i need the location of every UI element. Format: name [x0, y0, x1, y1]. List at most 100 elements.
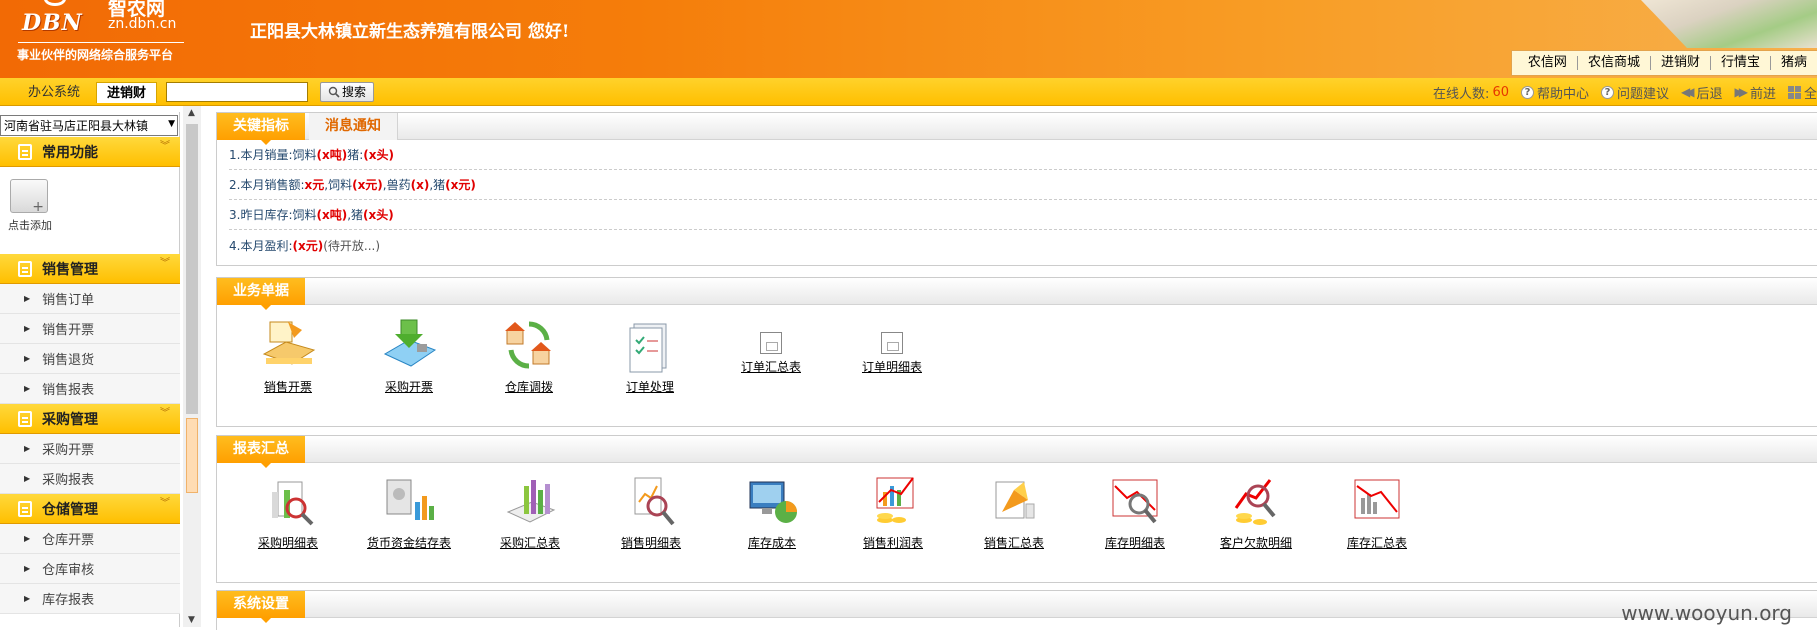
report-tile[interactable]: 库存明细表: [1080, 472, 1190, 551]
report-tile[interactable]: 库存汇总表: [1322, 472, 1432, 551]
section-purchase[interactable]: 采购管理 ︾: [0, 404, 180, 434]
feedback-link[interactable]: ? 问题建议: [1601, 83, 1669, 102]
reports-panel-head: 报表汇总: [217, 436, 1817, 463]
document-icon: [18, 261, 32, 277]
tab-notifications[interactable]: 消息通知: [309, 113, 398, 140]
top-nav-market[interactable]: 行情宝: [1711, 56, 1771, 70]
report-tile[interactable]: 采购明细表: [233, 472, 343, 551]
report-chart-icon: [863, 472, 923, 530]
tile-order-detail[interactable]: 订单明细表: [837, 316, 947, 375]
help-center-link[interactable]: ? 帮助中心: [1521, 83, 1589, 102]
question-icon: ?: [1601, 86, 1614, 99]
kpi-line: 2.本月销售额:x元,饲料(x元),兽药(x),猪(x元): [229, 170, 1817, 200]
warehouse-transfer-icon: [499, 316, 559, 374]
tile-label: 库存汇总表: [1322, 534, 1432, 551]
report-tile[interactable]: 销售明细表: [596, 472, 706, 551]
logo-text: DBN: [22, 10, 83, 36]
report-chart-icon: [379, 472, 439, 530]
add-shortcut-button[interactable]: [10, 179, 48, 213]
sidebar-item[interactable]: ▶采购报表: [0, 464, 180, 494]
triangle-right-icon: ▶: [24, 564, 30, 573]
forward-arrow-icon: ▶▶: [1735, 85, 1743, 99]
purchase-invoice-icon: [379, 316, 439, 374]
tile-label: 销售明细表: [596, 534, 706, 551]
chevron-down-icon: ▼: [168, 119, 175, 129]
sidebar-item[interactable]: ▶仓库开票: [0, 524, 180, 554]
scrollbar-thumb[interactable]: [186, 124, 198, 414]
report-tile[interactable]: 货币资金结存表: [354, 472, 464, 551]
watermark: www.wooyun.org: [1621, 601, 1792, 625]
toolbar-right: 在线人数: 60 ? 帮助中心 ? 问题建议 ◀◀ 后退 ▶▶ 前进 全: [1421, 83, 1817, 101]
report-tile[interactable]: 销售汇总表: [959, 472, 1069, 551]
kpi-text: (待开放...): [323, 237, 380, 254]
sidebar-scrollbar[interactable]: ▲ ▼: [183, 106, 201, 627]
tile-label: 库存成本: [717, 534, 827, 551]
kpi-value: (x头): [363, 146, 394, 163]
search-button[interactable]: 搜索: [320, 82, 374, 102]
search-input[interactable]: [166, 82, 308, 102]
section-warehouse[interactable]: 仓储管理 ︾: [0, 494, 180, 524]
forward-button[interactable]: ▶▶ 前进: [1735, 83, 1776, 102]
tile-label: 客户欠款明细: [1201, 534, 1311, 551]
header-banner-image: [1617, 0, 1817, 48]
add-shortcut-label: 点击添加: [8, 217, 52, 233]
sidebar-item[interactable]: ▶采购开票: [0, 434, 180, 464]
tab-office-system[interactable]: 办公系统: [18, 82, 90, 103]
tile-purchase-invoice[interactable]: 采购开票: [354, 316, 464, 395]
triangle-right-icon: ▶: [24, 324, 30, 333]
tile-label: 货币资金结存表: [354, 534, 464, 551]
report-chart-icon: [621, 472, 681, 530]
system-panel-title: 系统设置: [217, 591, 305, 618]
top-nav-jxc[interactable]: 进销财: [1651, 56, 1711, 70]
sidebar-item[interactable]: ▶库存报表: [0, 584, 180, 614]
kpi-value: (x元): [445, 176, 476, 193]
tile-warehouse-transfer[interactable]: 仓库调拨: [474, 316, 584, 395]
logo-slogan: 事业伙伴的网络综合服务平台: [17, 46, 173, 63]
section-title: 仓储管理: [42, 499, 98, 519]
report-chart-icon: [1347, 472, 1407, 530]
report-tile[interactable]: 客户欠款明细: [1201, 472, 1311, 551]
report-tile[interactable]: 销售利润表: [838, 472, 948, 551]
sidebar-item[interactable]: ▶销售退货: [0, 344, 180, 374]
sidebar-item-label: 销售报表: [42, 379, 94, 398]
tile-label: 订单汇总表: [716, 358, 826, 375]
report-tile[interactable]: 采购汇总表: [475, 472, 585, 551]
region-select[interactable]: 河南省驻马店正阳县大林镇 ▼: [0, 115, 178, 136]
online-count: 60: [1492, 85, 1509, 100]
kpi-value: (x头): [363, 206, 394, 223]
collapse-chevron-icon: ︾: [160, 501, 170, 507]
tab-key-indicators[interactable]: 关键指标: [217, 113, 305, 140]
sidebar-splitter-handle[interactable]: [186, 418, 198, 493]
back-button[interactable]: ◀◀ 后退: [1681, 83, 1722, 102]
triangle-right-icon: ▶: [24, 594, 30, 603]
sidebar-item[interactable]: ▶仓库审核: [0, 554, 180, 584]
top-nav-pig-disease[interactable]: 猪病: [1771, 56, 1817, 70]
sidebar-item[interactable]: ▶销售开票: [0, 314, 180, 344]
tile-label: 销售汇总表: [959, 534, 1069, 551]
section-common-functions[interactable]: 常用功能 ︾: [0, 137, 180, 167]
kpi-text: ,猪: [347, 206, 363, 223]
business-panel: 业务单据 销售开票 采购开票 仓库调拨 订单处理: [216, 277, 1817, 427]
kpi-panel-head: 关键指标 消息通知: [217, 113, 1817, 140]
fullscreen-button[interactable]: 全: [1788, 83, 1817, 102]
feedback-label: 问题建议: [1617, 83, 1669, 102]
top-nav-nongxin[interactable]: 农信网: [1518, 56, 1578, 70]
kpi-text: 4.本月盈利:: [229, 237, 293, 254]
tile-order-processing[interactable]: 订单处理: [595, 316, 705, 395]
scroll-down-icon[interactable]: ▼: [188, 615, 195, 625]
tile-sales-invoice[interactable]: 销售开票: [233, 316, 343, 395]
section-title: 销售管理: [42, 259, 98, 279]
report-tile[interactable]: 库存成本: [717, 472, 827, 551]
sidebar-item[interactable]: ▶销售报表: [0, 374, 180, 404]
logo-swirl-icon: [44, 0, 66, 6]
kpi-text: ,饲料: [324, 176, 352, 193]
dbn-logo[interactable]: DBN 智农网 zn.dbn.cn 事业伙伴的网络综合服务平台: [0, 0, 200, 78]
sidebar-item[interactable]: ▶销售订单: [0, 284, 180, 314]
tile-order-summary[interactable]: 订单汇总表: [716, 316, 826, 375]
top-nav-mall[interactable]: 农信商城: [1578, 56, 1651, 70]
tab-jxc[interactable]: 进销财: [96, 82, 157, 103]
kpi-value: (x): [411, 178, 430, 192]
kpi-line: 1.本月销量:饲料(x吨)猪:(x头): [229, 140, 1817, 170]
scroll-up-icon[interactable]: ▲: [188, 108, 195, 118]
section-sales[interactable]: 销售管理 ︾: [0, 254, 180, 284]
